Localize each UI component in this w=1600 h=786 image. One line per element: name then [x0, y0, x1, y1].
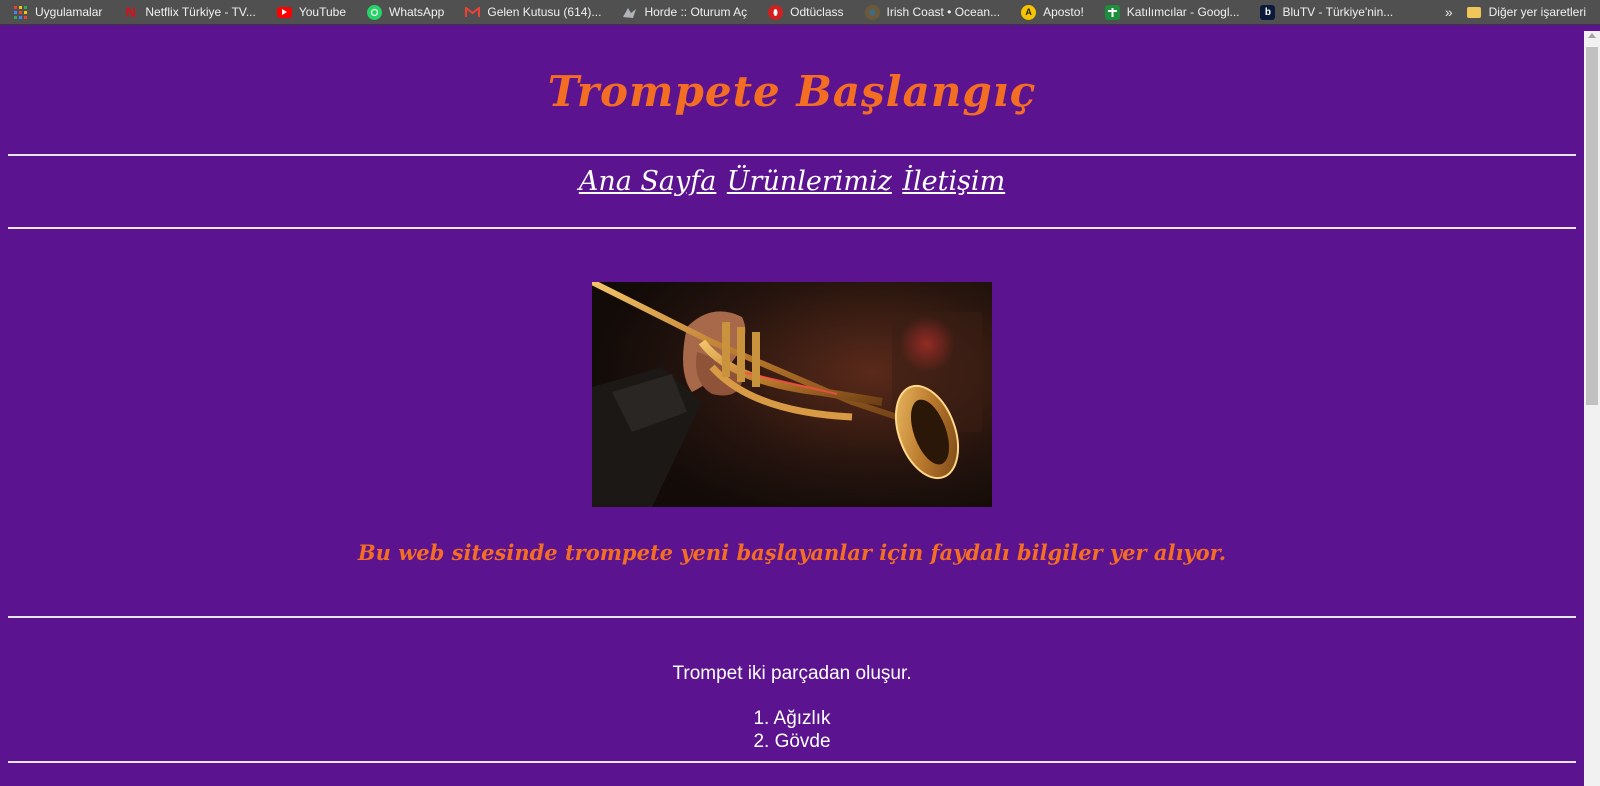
- bookmark-youtube[interactable]: YouTube: [264, 0, 354, 25]
- bookmark-label: Odtüclass: [790, 5, 844, 19]
- bookmark-label: YouTube: [298, 5, 346, 19]
- blutv-icon: b: [1260, 4, 1276, 20]
- bookmark-gmail[interactable]: Gelen Kutusu (614)...: [452, 0, 609, 25]
- bookmark-irish-coast[interactable]: Irish Coast • Ocean...: [852, 0, 1009, 25]
- bookmark-classroom[interactable]: Katılımcılar - Googl...: [1092, 0, 1248, 25]
- nav-link-home[interactable]: Ana Sayfa: [579, 166, 717, 197]
- page-title: Trompete Başlangıç: [547, 67, 1037, 116]
- gmail-icon: [465, 5, 481, 20]
- bookmark-label: Katılımcılar - Googl...: [1126, 5, 1240, 19]
- divider: [8, 227, 1576, 229]
- bookmark-label: Irish Coast • Ocean...: [886, 5, 1001, 19]
- netflix-icon: N: [125, 4, 136, 20]
- bookmark-horde[interactable]: Horde :: Oturum Aç: [609, 0, 755, 25]
- bookmark-label: WhatsApp: [389, 5, 445, 19]
- bookmarks-overflow-chevron-icon[interactable]: »: [1431, 4, 1467, 20]
- bookmark-label: Uygulamalar: [35, 5, 103, 19]
- aposto-icon: A: [1021, 4, 1037, 20]
- divider: [8, 154, 1576, 156]
- other-bookmarks-label: Diğer yer işaretleri: [1488, 5, 1586, 19]
- bookmark-whatsapp[interactable]: WhatsApp: [354, 0, 452, 25]
- bookmarks-bar: Uygulamalar N Netflix Türkiye - TV... Yo…: [0, 0, 1600, 25]
- scroll-thumb[interactable]: [1586, 47, 1598, 405]
- classroom-icon: [1104, 4, 1120, 20]
- tagline: Bu web sitesinde trompete yeni başlayanl…: [357, 540, 1227, 565]
- odtuclass-icon: [768, 4, 784, 20]
- whatsapp-icon: [367, 4, 382, 20]
- bookmark-apps[interactable]: Uygulamalar: [0, 0, 110, 25]
- parts-list: 1. Ağızlık 2. Gövde: [0, 707, 1584, 753]
- bookmark-label: Horde :: Oturum Aç: [644, 5, 748, 19]
- horde-icon: [622, 5, 637, 20]
- bookmark-label: BluTV - Türkiye'nin...: [1282, 5, 1394, 19]
- bookmark-odtuclass[interactable]: Odtüclass: [755, 0, 851, 25]
- bookmark-label: Gelen Kutusu (614)...: [487, 5, 602, 19]
- bookmark-label: Aposto!: [1043, 5, 1084, 19]
- bookmark-netflix[interactable]: N Netflix Türkiye - TV...: [110, 0, 263, 25]
- bookmark-blutv[interactable]: b BluTV - Türkiye'nin...: [1247, 0, 1401, 25]
- apps-grid-icon: [13, 5, 28, 20]
- bookmark-label: Netflix Türkiye - TV...: [145, 5, 256, 19]
- nav-link-products[interactable]: Ürünlerimiz: [727, 166, 892, 197]
- nav-link-contact[interactable]: İletişim: [902, 166, 1005, 197]
- bookmark-aposto[interactable]: A Aposto!: [1008, 0, 1092, 25]
- youtube-icon: [276, 6, 292, 18]
- divider: [8, 761, 1576, 763]
- list-item: 1. Ağızlık: [753, 708, 831, 729]
- scroll-up-arrow-icon[interactable]: [1588, 33, 1596, 38]
- trumpet-photo: [592, 282, 992, 507]
- intro-text: Trompet iki parçadan oluşur.: [672, 663, 912, 684]
- folder-icon: [1466, 6, 1481, 18]
- page-content: Trompete Başlangıç Ana Sayfa Ürünlerimiz…: [0, 31, 1584, 786]
- main-nav: Ana Sayfa Ürünlerimiz İletişim: [0, 166, 1584, 197]
- other-bookmarks-folder[interactable]: Diğer yer işaretleri: [1466, 0, 1600, 25]
- divider: [8, 616, 1576, 618]
- ocean-icon: [864, 4, 880, 20]
- list-item: 2. Gövde: [753, 731, 831, 752]
- vertical-scrollbar[interactable]: [1584, 31, 1600, 786]
